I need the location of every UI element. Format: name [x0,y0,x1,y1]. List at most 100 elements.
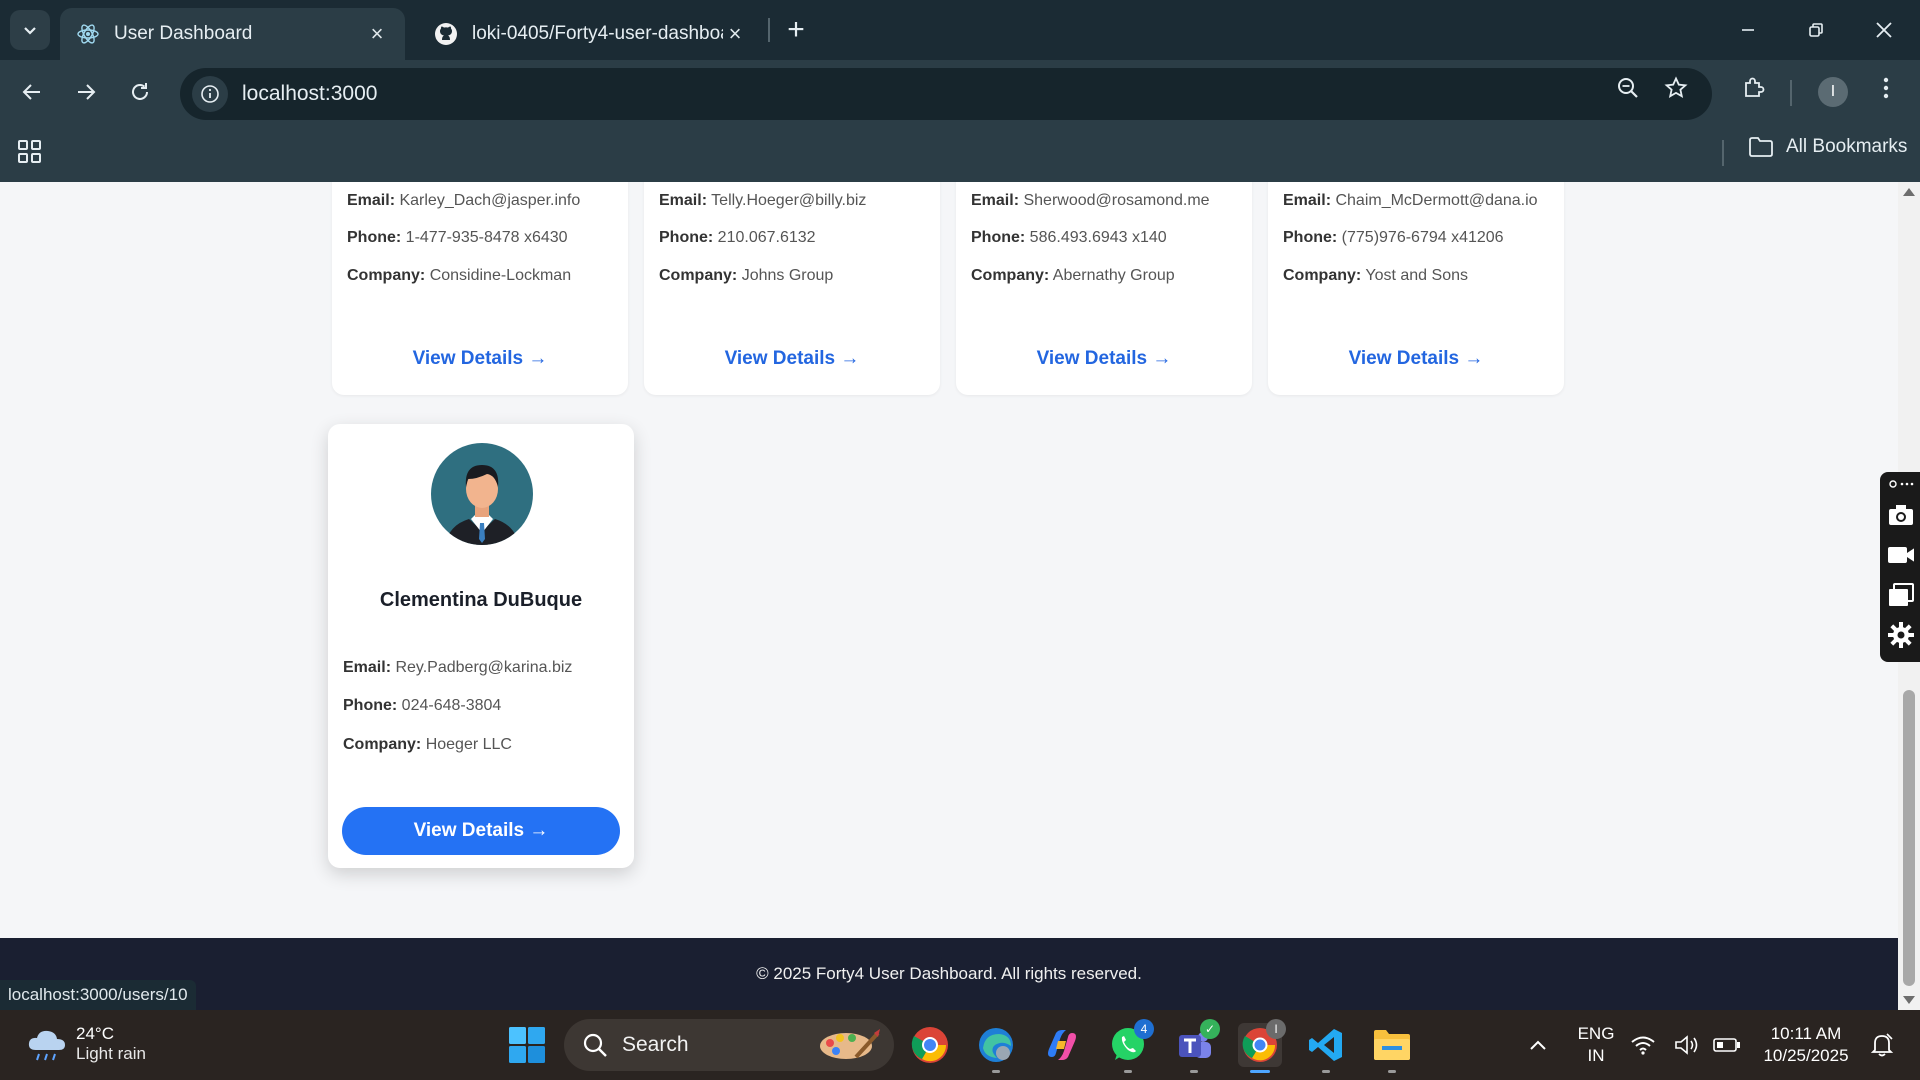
scroll-up-icon[interactable] [1903,188,1915,196]
bookmarks-separator [1722,140,1724,166]
company-row: Company: Yost and Sons [1283,267,1468,284]
chrome-profile-taskbar-button[interactable]: I [1238,1019,1286,1073]
company-value: Yost and Sons [1365,267,1468,284]
email-row: Email: Karley_Dach@jasper.info [347,192,581,209]
close-window-button[interactable] [1854,8,1914,52]
back-button[interactable] [14,74,50,110]
email-value: Chaim_McDermott@dana.io [1335,192,1538,209]
palette-icon [820,1029,880,1059]
edge-taskbar-button[interactable] [974,1023,1018,1073]
view-details-link[interactable]: View Details → [332,348,628,370]
wifi-status[interactable] [1626,1023,1660,1067]
tab-title: loki-0405/Forty4-user-dashboard [472,23,723,44]
minimize-icon [1742,29,1754,31]
gear-icon[interactable] [1888,622,1914,648]
close-icon [1876,22,1892,38]
user-card: Email: Chaim_McDermott@dana.io Phone: (7… [1268,182,1564,395]
close-tab-icon[interactable]: × [365,21,389,46]
phone-row: Phone: (775)976-6794 x41206 [1283,229,1504,246]
site-info-button[interactable] [192,76,228,112]
profile-button[interactable]: I [1818,77,1848,107]
restore-icon [1809,23,1823,37]
minimize-button[interactable] [1718,8,1778,52]
volume-icon [1675,1035,1698,1055]
whatsapp-taskbar-button[interactable]: 4 [1106,1019,1154,1073]
tab-user-dashboard[interactable]: User Dashboard × [60,8,405,60]
new-tab-button[interactable]: + [778,12,814,48]
vscode-taskbar-button[interactable] [1304,1023,1348,1073]
tab-strip: User Dashboard × loki-0405/Forty4-user-d… [0,0,1920,60]
weather-temperature: 24°C [76,1024,114,1043]
zoom-button[interactable] [1614,74,1642,102]
windows-logo-icon [509,1027,545,1063]
view-details-button[interactable]: View Details → [342,807,620,855]
puzzle-icon [1745,77,1765,97]
all-bookmarks-button[interactable]: All Bookmarks [1748,136,1907,158]
phone-value: 586.493.6943 x140 [1029,229,1167,246]
file-explorer-taskbar-button[interactable] [1370,1023,1414,1073]
page-viewport: Email: Karley_Dach@jasper.info Phone: 1-… [0,182,1898,1010]
taskbar-search[interactable]: Search [564,1019,894,1071]
scroll-thumb[interactable] [1903,690,1915,986]
reload-button[interactable] [122,74,158,110]
start-button[interactable] [505,1023,549,1067]
system-clock[interactable]: 10:11 AM 10/25/2025 [1756,1023,1856,1067]
chrome-icon [911,1027,948,1063]
bell-icon [1870,1033,1894,1057]
windows-taskbar: 24°C Light rain Search 4 ✓ I ENG IN 10:1… [0,1010,1920,1080]
capture-menu-icon[interactable] [1888,476,1914,492]
tab-github-repo[interactable]: loki-0405/Forty4-user-dashboard × [418,8,763,60]
user-card: Email: Sherwood@rosamond.me Phone: 586.4… [956,182,1252,395]
weather-widget[interactable]: 24°C Light rain [26,1024,146,1064]
teams-taskbar-button[interactable]: ✓ [1172,1019,1220,1073]
company-value: Abernathy Group [1052,267,1175,284]
url-text[interactable]: localhost:3000 [242,82,377,106]
email-value: Sherwood@rosamond.me [1023,192,1210,209]
view-details-link[interactable]: View Details → [956,348,1252,370]
restore-button[interactable] [1786,8,1846,52]
language-indicator[interactable]: ENG IN [1572,1023,1620,1067]
user-card-hovered[interactable]: Clementina DuBuque Email: Rey.Padberg@ka… [328,424,634,868]
running-indicator [992,1070,1000,1073]
view-details-link[interactable]: View Details → [644,348,940,370]
profile-badge: I [1266,1019,1286,1039]
more-vertical-icon [1883,77,1889,99]
close-tab-icon[interactable]: × [723,21,747,46]
bookmark-star-button[interactable] [1662,74,1690,102]
forward-button[interactable] [68,74,104,110]
zoom-out-icon [1618,78,1638,98]
email-value: Telly.Hoeger@billy.biz [711,192,867,209]
company-value: Hoeger LLC [425,736,512,753]
scroll-down-icon[interactable] [1903,996,1915,1004]
view-details-link[interactable]: View Details → [1268,348,1564,370]
address-bar[interactable]: localhost:3000 [180,68,1712,120]
window-capture-icon[interactable] [1888,582,1914,608]
copilot-taskbar-button[interactable] [1040,1023,1084,1067]
battery-icon [1713,1038,1740,1052]
apps-grid-icon[interactable] [16,138,44,166]
running-indicator [1190,1070,1198,1073]
extensions-button[interactable] [1740,74,1768,102]
arrow-right-icon [78,84,96,100]
camera-icon[interactable] [1888,502,1914,528]
status-check-icon: ✓ [1200,1019,1220,1039]
clock-date: 10/25/2025 [1763,1046,1849,1065]
tab-search-button[interactable] [10,10,50,50]
notifications-button[interactable] [1864,1023,1900,1067]
github-icon [435,23,457,45]
email-value: Rey.Padberg@karina.biz [395,659,573,676]
volume-status[interactable] [1670,1023,1704,1067]
phone-value: 024-648-3804 [401,697,502,714]
avatar [431,443,533,545]
battery-status[interactable] [1710,1023,1744,1067]
chrome-taskbar-button[interactable] [908,1023,952,1067]
running-indicator [1322,1070,1330,1073]
video-camera-icon[interactable] [1888,542,1914,568]
cloud-rain-icon [28,1030,65,1061]
clock-time: 10:11 AM [1770,1024,1842,1043]
browser-menu-button[interactable] [1872,74,1900,102]
phone-row: Phone: 210.067.6132 [659,229,816,246]
show-hidden-icons-button[interactable] [1516,1023,1560,1067]
chevron-down-icon [24,27,36,35]
browser-toolbar: localhost:3000 I [0,60,1920,122]
